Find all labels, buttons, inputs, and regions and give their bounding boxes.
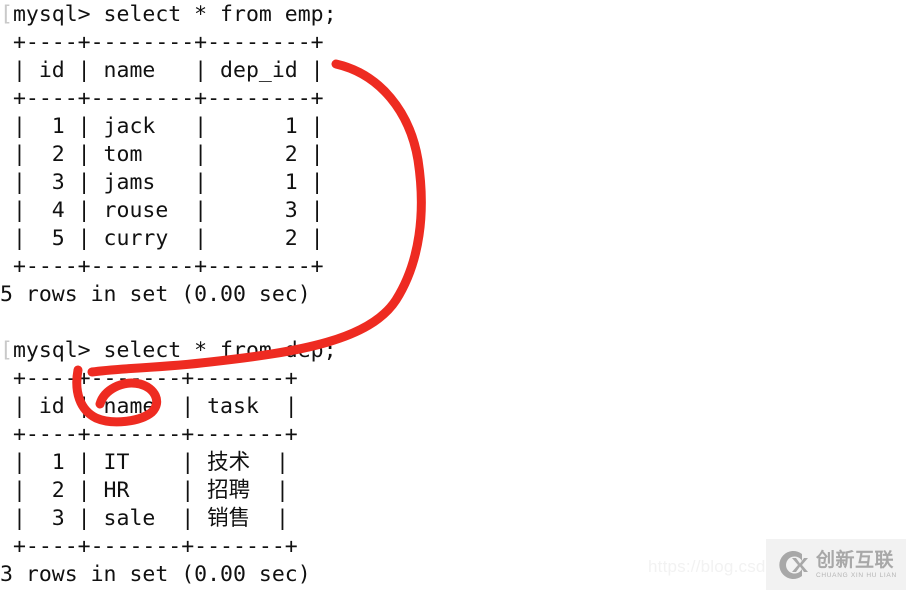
terminal-line-header: | id | name | dep_id | [0, 57, 906, 85]
terminal-line-row: | 1 | jack | 1 | [0, 113, 906, 141]
terminal-line-text: | 4 | rouse | 3 | [0, 198, 324, 223]
terminal-line-text: +----+-------+-------+ [0, 534, 298, 559]
terminal-line-text: | 1 | jack | 1 | [0, 114, 324, 139]
terminal-line-row: | 1 | IT | 技术 | [0, 449, 906, 477]
watermark-brand: 创新互联 CHUANG XIN HU LIAN [816, 548, 897, 580]
terminal-line-text: mysql> select * from dep; [12, 338, 337, 363]
terminal-line-text: 5 rows in set (0.00 sec) [0, 282, 311, 307]
terminal-line-header: | id | name | task | [0, 393, 906, 421]
terminal-line-status: 5 rows in set (0.00 sec) [0, 281, 906, 309]
terminal-line-text: +----+--------+--------+ [0, 254, 324, 279]
terminal-line-separator: +----+--------+--------+ [0, 253, 906, 281]
terminal-line-text: | 1 | IT | 技术 | [0, 450, 289, 475]
terminal-line-row: | 2 | HR | 招聘 | [0, 477, 906, 505]
terminal-line-text: | 2 | tom | 2 | [0, 142, 324, 167]
prompt-bracket: [ [0, 2, 13, 27]
terminal-line-row: | 5 | curry | 2 | [0, 225, 906, 253]
terminal-line-command: [mysql> select * from emp; [0, 1, 906, 29]
terminal-line-text: | id | name | dep_id | [0, 58, 324, 83]
terminal-line-separator: +----+--------+--------+ [0, 85, 906, 113]
terminal-line-row: | 4 | rouse | 3 | [0, 197, 906, 225]
terminal-line-text: 3 rows in set (0.00 sec) [0, 562, 311, 587]
terminal-line-separator: +----+--------+--------+ [0, 29, 906, 57]
terminal-line-text: | 3 | jams | 1 | [0, 170, 324, 195]
terminal-line-row: | 3 | sale | 销售 | [0, 505, 906, 533]
terminal-line-text: | 5 | curry | 2 | [0, 226, 324, 251]
terminal-line-separator: +----+-------+-------+ [0, 365, 906, 393]
terminal-line-separator: +----+-------+-------+ [0, 421, 906, 449]
terminal-line-text: | 3 | sale | 销售 | [0, 506, 289, 531]
prompt-bracket: [ [0, 338, 13, 363]
terminal-line-command: [mysql> select * from dep; [0, 337, 906, 365]
terminal-line-text: +----+--------+--------+ [0, 30, 324, 55]
terminal-line-text: +----+-------+-------+ [0, 366, 298, 391]
watermark-url: https://blog.csdn [648, 557, 776, 576]
terminal-line-text: +----+--------+--------+ [0, 86, 324, 111]
terminal-line-text: | id | name | task | [0, 394, 298, 419]
terminal-line-text: | 2 | HR | 招聘 | [0, 478, 289, 503]
watermark-brand-cn: 创新互联 [816, 548, 895, 571]
watermark-logo: 创新互联 CHUANG XIN HU LIAN [766, 539, 906, 590]
cx-logo-icon [779, 550, 808, 579]
terminal-line-text: mysql> select * from emp; [12, 2, 337, 27]
watermark-brand-pinyin: CHUANG XIN HU LIAN [816, 571, 897, 579]
terminal-line-text: +----+-------+-------+ [0, 422, 298, 447]
terminal-output: [mysql> select * from emp; +----+-------… [0, 0, 906, 590]
terminal-line-row: | 3 | jams | 1 | [0, 169, 906, 197]
terminal-line-row: | 2 | tom | 2 | [0, 141, 906, 169]
